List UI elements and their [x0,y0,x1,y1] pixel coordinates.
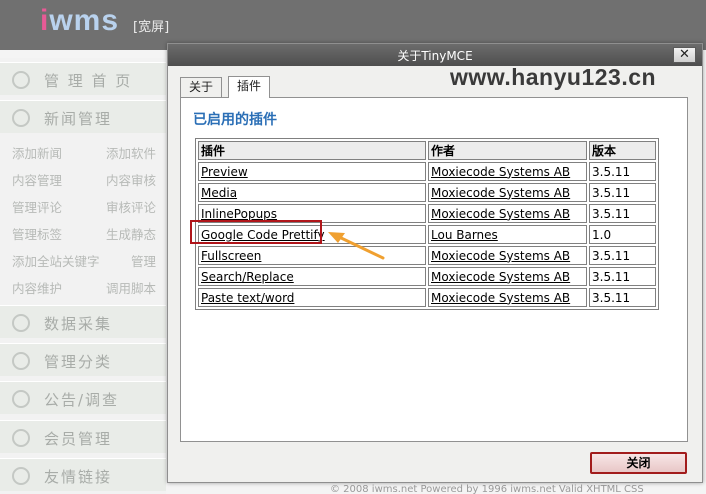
sidebar-sub-manage[interactable]: 管理 [131,251,156,270]
sidebar-sub-add-keywords[interactable]: 添加全站关键字 [12,251,100,270]
plugins-table: 插件 作者 版本 Preview Moxiecode Systems AB 3.… [195,138,659,310]
author-cell: Moxiecode Systems AB [428,246,587,265]
table-header-row: 插件 作者 版本 [198,141,656,160]
logo[interactable]: iwms [40,4,119,38]
author-link[interactable]: Moxiecode Systems AB [431,249,570,263]
sidebar-item-categories[interactable]: 管理分类 [0,343,166,376]
column-header-author: 作者 [428,141,587,160]
watermark-text: www.hanyu123.cn [450,64,657,90]
table-row: Search/Replace Moxiecode Systems AB 3.5.… [198,267,656,286]
plugin-link[interactable]: Media [201,186,237,200]
version-cell: 3.5.11 [589,246,656,265]
globe-icon [12,314,30,332]
plugin-link[interactable]: Search/Replace [201,270,294,284]
sidebar-item-data-collect[interactable]: 数据采集 [0,305,166,338]
plugin-cell: Paste text/word [198,288,426,307]
heart-icon [12,467,30,485]
sidebar-item-announcements[interactable]: 公告/调查 [0,381,166,414]
table-row: Paste text/word Moxiecode Systems AB 3.5… [198,288,656,307]
table-row: Fullscreen Moxiecode Systems AB 3.5.11 [198,246,656,265]
sidebar-sub-review-comments[interactable]: 审核评论 [106,197,156,216]
plugin-cell: Fullscreen [198,246,426,265]
plugin-link[interactable]: InlinePopups [201,207,277,221]
tab-plugins[interactable]: 插件 [228,76,271,98]
author-cell: Moxiecode Systems AB [428,288,587,307]
dialog-title-bar[interactable]: 关于TinyMCE ✕ [168,44,702,66]
version-cell: 3.5.11 [589,204,656,223]
author-link[interactable]: Moxiecode Systems AB [431,291,570,305]
author-link[interactable]: Moxiecode Systems AB [431,186,570,200]
author-link[interactable]: Moxiecode Systems AB [431,165,570,179]
arrow-annotation-icon [328,232,385,260]
panel-title: 已启用的插件 [193,112,277,128]
sidebar: 管 理 首 页 新闻管理 添加新闻 添加软件 内容管理 内容审核 管理评论 审核… [0,58,166,494]
plugin-link[interactable]: Google Code Prettify [201,228,325,242]
wide-screen-link[interactable]: [宽屏] [133,16,169,35]
dialog-title: 关于TinyMCE [397,49,473,63]
version-cell: 3.5.11 [589,162,656,181]
plugin-link[interactable]: Preview [201,165,248,179]
sidebar-sub-manage-comments[interactable]: 管理评论 [12,197,62,216]
plugin-link[interactable]: Paste text/word [201,291,294,305]
sidebar-sub-manage-tags[interactable]: 管理标签 [12,224,62,243]
footer-text: © 2008 iwms.net Powered by 1996 iwms.net… [330,484,644,494]
plugin-cell: Preview [198,162,426,181]
plugin-cell: InlinePopups [198,204,426,223]
sidebar-item-members[interactable]: 会员管理 [0,420,166,453]
author-cell: Moxiecode Systems AB [428,204,587,223]
sidebar-sub-content-review[interactable]: 内容审核 [106,170,156,189]
sidebar-sub-content-maintain[interactable]: 内容维护 [12,278,62,297]
column-header-version: 版本 [589,141,656,160]
sidebar-item-links[interactable]: 友情链接 [0,458,166,491]
version-cell: 3.5.11 [589,267,656,286]
author-link[interactable]: Moxiecode Systems AB [431,207,570,221]
close-button[interactable]: 关闭 [590,452,687,474]
close-icon[interactable]: ✕ [673,47,696,63]
sidebar-sub-content-manage[interactable]: 内容管理 [12,170,62,189]
sidebar-item-home[interactable]: 管 理 首 页 [0,62,166,95]
plugins-panel: 已启用的插件 插件 作者 版本 Preview Moxiecode System… [180,97,688,442]
about-tinymce-dialog: 关于TinyMCE ✕ 关于 插件 已启用的插件 插件 作者 版本 Previe… [167,43,703,483]
home-icon [12,71,30,89]
version-cell: 3.5.11 [589,288,656,307]
plugin-cell: Media [198,183,426,202]
version-cell: 1.0 [589,225,656,244]
version-cell: 3.5.11 [589,183,656,202]
users-icon [12,429,30,447]
sidebar-sub-generate-static[interactable]: 生成静态 [106,224,156,243]
author-cell: Moxiecode Systems AB [428,162,587,181]
sidebar-item-news[interactable]: 新闻管理 [0,100,166,133]
author-cell: Lou Barnes [428,225,587,244]
table-row: Google Code Prettify Lou Barnes 1.0 [198,225,656,244]
sidebar-sub-add-software[interactable]: 添加软件 [106,143,156,162]
category-icon [12,352,30,370]
author-link[interactable]: Moxiecode Systems AB [431,270,570,284]
author-cell: Moxiecode Systems AB [428,183,587,202]
table-row: InlinePopups Moxiecode Systems AB 3.5.11 [198,204,656,223]
plugin-cell: Google Code Prettify [198,225,426,244]
chat-icon [12,390,30,408]
news-icon [12,109,30,127]
plugin-cell: Search/Replace [198,267,426,286]
author-cell: Moxiecode Systems AB [428,267,587,286]
column-header-plugin: 插件 [198,141,426,160]
table-row: Preview Moxiecode Systems AB 3.5.11 [198,162,656,181]
author-link[interactable]: Lou Barnes [431,228,498,242]
table-row: Media Moxiecode Systems AB 3.5.11 [198,183,656,202]
tab-about[interactable]: 关于 [180,77,223,97]
sidebar-sub-add-news[interactable]: 添加新闻 [12,143,62,162]
plugin-link[interactable]: Fullscreen [201,249,261,263]
sidebar-sub-call-script[interactable]: 调用脚本 [106,278,156,297]
